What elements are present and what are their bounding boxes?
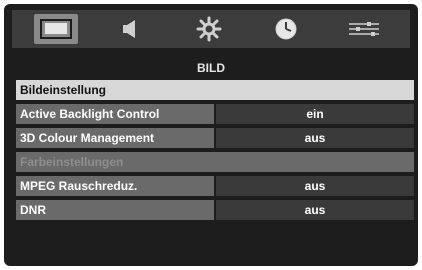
picture-icon [40,19,72,39]
tab-sound[interactable] [108,14,152,44]
tab-picture[interactable] [34,14,78,44]
menu-item-value[interactable]: aus [216,128,414,148]
menu-item-label: Farbeinstellungen [16,152,414,172]
tab-setup[interactable] [342,14,386,44]
menu-item-3d-colour[interactable]: 3D Colour Management aus [16,128,414,148]
gear-icon [196,16,222,42]
tv-menu-screen: BILD Bildeinstellung Active Backlight Co… [4,4,418,266]
menu-item-label: 3D Colour Management [16,128,214,148]
menu-tab-bar [12,10,410,48]
menu-item-value[interactable]: aus [216,176,414,196]
menu-item-farbeinstellungen: Farbeinstellungen [16,152,414,172]
menu-item-value[interactable]: aus [216,200,414,220]
menu-item-mpeg-rauschreduz[interactable]: MPEG Rauschreduz. aus [16,176,414,196]
menu-header-row[interactable]: Bildeinstellung [16,80,414,100]
menu-item-value[interactable]: ein [216,104,414,124]
menu-item-label: Active Backlight Control [16,104,214,124]
menu-item-label: DNR [16,200,214,220]
tab-settings[interactable] [187,14,231,44]
speaker-icon [123,20,135,38]
menu-item-label: MPEG Rauschreduz. [16,176,214,196]
menu-header-label: Bildeinstellung [16,80,414,100]
clock-icon [275,18,297,40]
menu-item-active-backlight[interactable]: Active Backlight Control ein [16,104,414,124]
menu-title: BILD [197,61,225,75]
tab-timer[interactable] [264,14,308,44]
menu-item-dnr[interactable]: DNR aus [16,200,414,220]
sliders-icon [349,22,379,36]
